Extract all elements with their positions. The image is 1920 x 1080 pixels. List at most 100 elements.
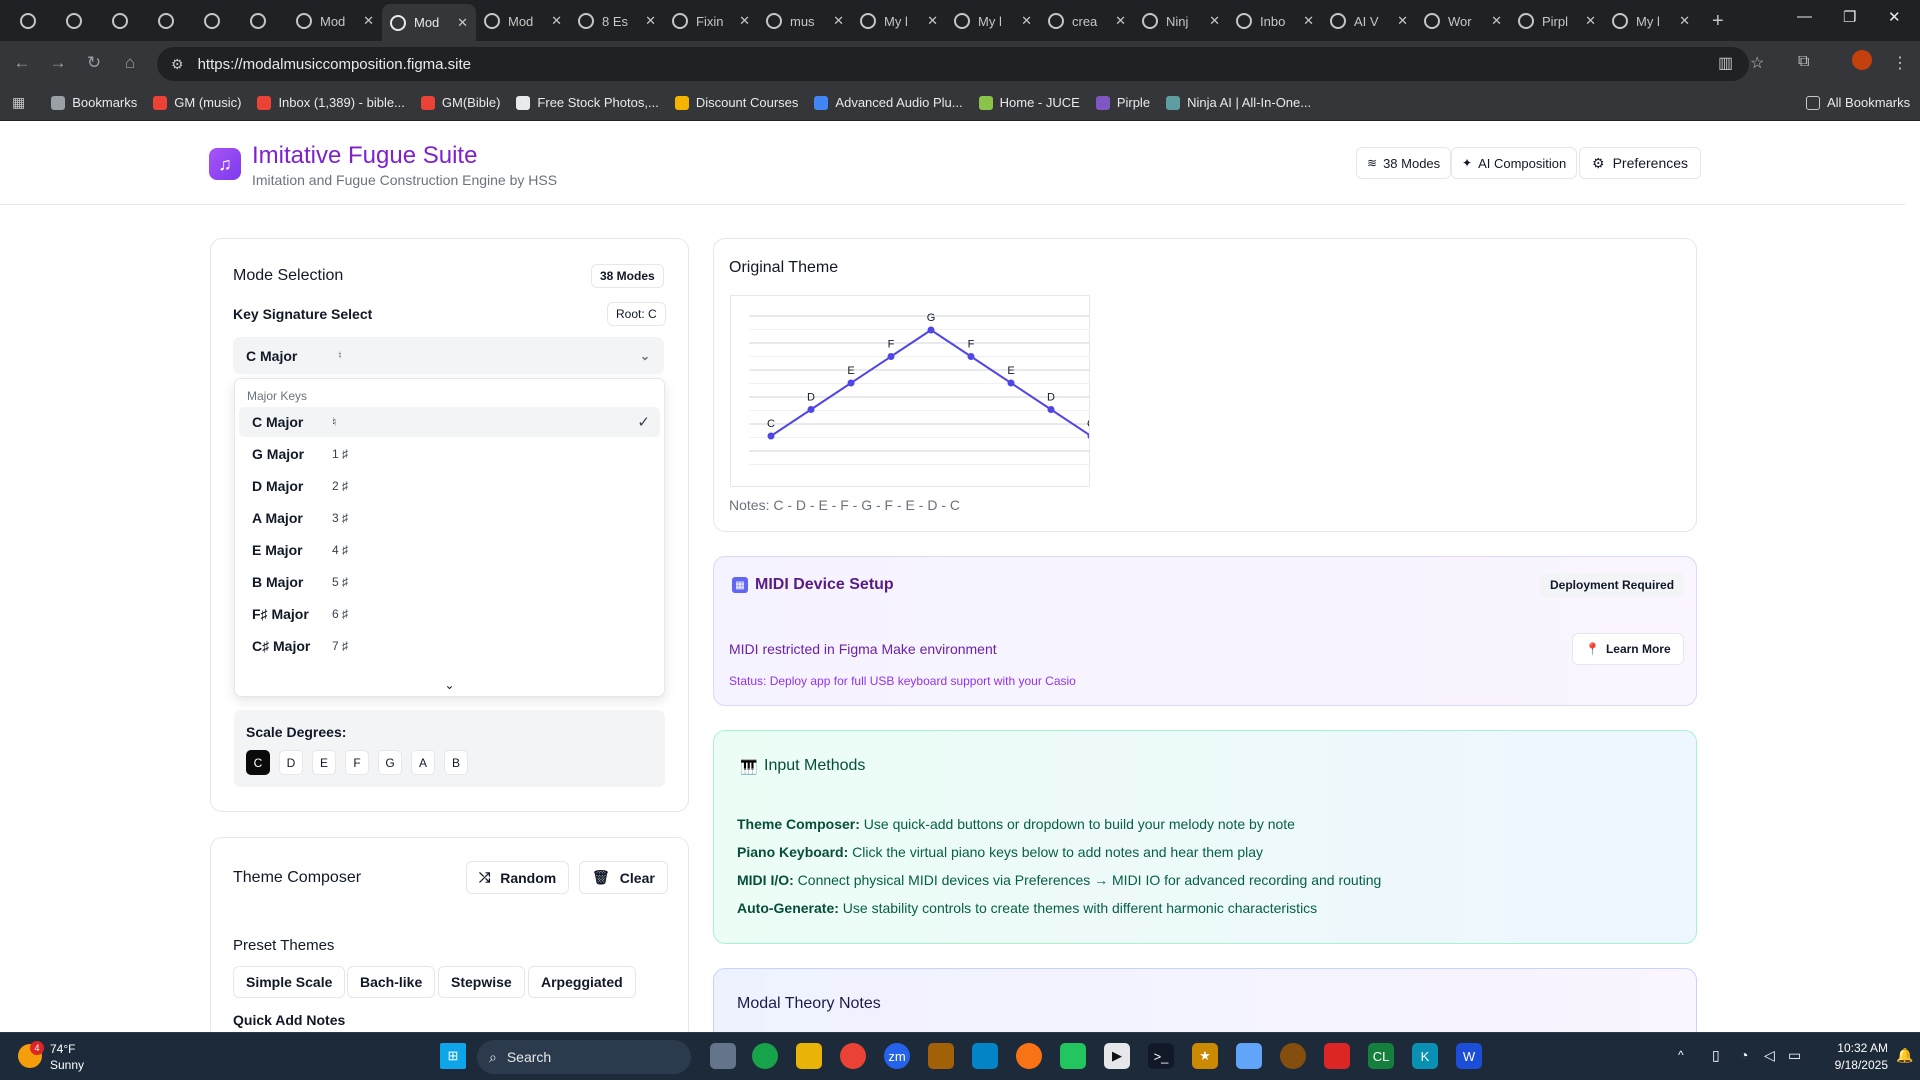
- home-icon[interactable]: ⌂: [112, 53, 148, 73]
- app-play-icon[interactable]: ▶: [1104, 1043, 1130, 1069]
- app-blue-icon[interactable]: [972, 1043, 998, 1069]
- key-option[interactable]: F♯ Major 6 ♯: [239, 599, 660, 629]
- preset-theme-button[interactable]: Arpeggiated: [528, 966, 636, 998]
- word-icon[interactable]: W: [1456, 1043, 1482, 1069]
- archive-icon[interactable]: [928, 1043, 954, 1069]
- tab-close-icon[interactable]: ✕: [927, 13, 938, 29]
- clear-button[interactable]: 🗑 Clear: [579, 861, 668, 894]
- scale-degree-chip[interactable]: C: [246, 750, 270, 775]
- browser-tab[interactable]: Inbo ✕: [1228, 4, 1322, 38]
- tab-close-icon[interactable]: ✕: [1491, 13, 1502, 29]
- browser-tab[interactable]: My l ✕: [1604, 4, 1698, 38]
- app-cl-icon[interactable]: CL: [1368, 1043, 1394, 1069]
- browser-tab[interactable]: Pirpl ✕: [1510, 4, 1604, 38]
- bookmark-item[interactable]: Home - JUCE: [978, 95, 1080, 110]
- app-circle-icon[interactable]: [1280, 1043, 1306, 1069]
- tab-close-icon[interactable]: ✕: [551, 13, 562, 29]
- forward-icon[interactable]: →: [40, 53, 76, 73]
- url-field[interactable]: ⚙ https://modalmusiccomposition.figma.si…: [157, 47, 1749, 81]
- app-star-icon[interactable]: ★: [1192, 1043, 1218, 1069]
- tab-close-icon[interactable]: ✕: [1397, 13, 1408, 29]
- key-option[interactable]: C Major ♮ ✓: [239, 407, 660, 437]
- back-icon[interactable]: ←: [4, 53, 40, 73]
- battery-icon[interactable]: ▭: [1788, 1047, 1801, 1064]
- tab-close-icon[interactable]: ✕: [739, 13, 750, 29]
- scale-degree-chip[interactable]: D: [279, 750, 303, 775]
- tab-close-icon[interactable]: ✕: [1021, 13, 1032, 29]
- tab-search-icon[interactable]: ⧉: [1798, 53, 1809, 71]
- bookmark-item[interactable]: Inbox (1,389) - bible...: [257, 95, 405, 110]
- browser-tab[interactable]: Mod ✕: [476, 4, 570, 38]
- preset-theme-button[interactable]: Stepwise: [438, 966, 525, 998]
- tab-close-icon[interactable]: ✕: [1303, 13, 1314, 29]
- app-green-icon[interactable]: [752, 1043, 778, 1069]
- new-tab-button[interactable]: +: [1712, 10, 1724, 33]
- learn-more-button[interactable]: 📍 Learn More: [1572, 633, 1684, 665]
- browser-tab[interactable]: [12, 4, 58, 38]
- bookmark-item[interactable]: Discount Courses: [674, 95, 798, 110]
- notifications-icon[interactable]: 🔔: [1896, 1047, 1913, 1064]
- random-button[interactable]: ⤮ Random: [466, 861, 570, 894]
- modes-button[interactable]: ≋ 38 Modes: [1356, 147, 1452, 179]
- scale-degree-chip[interactable]: F: [345, 750, 369, 775]
- app-k-icon[interactable]: K: [1412, 1043, 1438, 1069]
- app-save-icon[interactable]: [1236, 1043, 1262, 1069]
- bookmark-item[interactable]: Bookmarks: [51, 95, 137, 110]
- bookmark-item[interactable]: Advanced Audio Plu...: [814, 95, 963, 110]
- terminal-icon[interactable]: >_: [1148, 1043, 1174, 1069]
- chrome-icon[interactable]: [840, 1043, 866, 1069]
- browser-tab[interactable]: [196, 4, 242, 38]
- tab-close-icon[interactable]: ✕: [363, 13, 374, 29]
- browser-tab[interactable]: Ninj ✕: [1134, 4, 1228, 38]
- bookmark-star-icon[interactable]: ☆: [1750, 53, 1764, 73]
- scale-degree-chip[interactable]: E: [312, 750, 336, 775]
- task-view-icon[interactable]: [710, 1043, 736, 1069]
- scale-degree-chip[interactable]: G: [378, 750, 402, 775]
- profile-avatar[interactable]: [1852, 50, 1872, 70]
- zoom-icon[interactable]: zm: [884, 1043, 910, 1069]
- clock-time[interactable]: 10:32 AM: [1824, 1041, 1888, 1055]
- browser-tab[interactable]: [150, 4, 196, 38]
- preset-theme-button[interactable]: Simple Scale: [233, 966, 346, 998]
- app-sheet-icon[interactable]: [1060, 1043, 1086, 1069]
- tab-close-icon[interactable]: ✕: [833, 13, 844, 29]
- bookmark-item[interactable]: GM (music): [153, 95, 241, 110]
- preset-theme-button[interactable]: Bach-like: [347, 966, 436, 998]
- tray-chevron-icon[interactable]: ^: [1678, 1048, 1684, 1062]
- browser-tab[interactable]: 8 Es ✕: [570, 4, 664, 38]
- tab-close-icon[interactable]: ✕: [1679, 13, 1690, 29]
- reading-mode-icon[interactable]: ▥: [1718, 53, 1733, 73]
- browser-tab[interactable]: My l ✕: [852, 4, 946, 38]
- browser-tab[interactable]: My l ✕: [946, 4, 1040, 38]
- ai-composition-button[interactable]: ✦ AI Composition: [1451, 147, 1578, 179]
- all-bookmarks-folder[interactable]: All Bookmarks: [1806, 95, 1910, 110]
- preferences-button[interactable]: ⚙ Preferences: [1579, 147, 1702, 179]
- browser-tab[interactable]: Mod ✕: [382, 4, 476, 41]
- app-red-icon[interactable]: [1324, 1043, 1350, 1069]
- wifi-icon[interactable]: ◔: [1740, 1047, 1748, 1063]
- file-explorer-icon[interactable]: [796, 1043, 822, 1069]
- browser-tab[interactable]: crea ✕: [1040, 4, 1134, 38]
- tab-close-icon[interactable]: ✕: [1209, 13, 1220, 29]
- bookmark-item[interactable]: Ninja AI | All-In-One...: [1166, 95, 1311, 110]
- menu-kebab-icon[interactable]: ⋮: [1892, 53, 1908, 73]
- tray-usb-icon[interactable]: ▯: [1712, 1047, 1720, 1064]
- apps-grid-icon[interactable]: ▦: [12, 94, 25, 111]
- browser-tab[interactable]: Wor ✕: [1416, 4, 1510, 38]
- key-option[interactable]: G Major 1 ♯: [239, 439, 660, 469]
- browser-tab[interactable]: [104, 4, 150, 38]
- scale-degree-chip[interactable]: A: [411, 750, 435, 775]
- reload-icon[interactable]: ↻: [76, 53, 112, 73]
- bookmark-item[interactable]: Pirple: [1095, 95, 1150, 110]
- tab-close-icon[interactable]: ✕: [1115, 13, 1126, 29]
- scroll-down-chevron-icon[interactable]: ⌄: [235, 678, 664, 692]
- minimize-icon[interactable]: —: [1797, 8, 1812, 25]
- scale-degree-chip[interactable]: B: [444, 750, 468, 775]
- browser-tab[interactable]: Fixin ✕: [664, 4, 758, 38]
- browser-tab[interactable]: AI V ✕: [1322, 4, 1416, 38]
- volume-icon[interactable]: ◁: [1764, 1047, 1775, 1064]
- restore-icon[interactable]: ❐: [1843, 8, 1856, 26]
- close-window-icon[interactable]: ✕: [1888, 8, 1901, 26]
- tab-close-icon[interactable]: ✕: [645, 13, 656, 29]
- taskbar-search[interactable]: ⌕ Search: [477, 1040, 691, 1074]
